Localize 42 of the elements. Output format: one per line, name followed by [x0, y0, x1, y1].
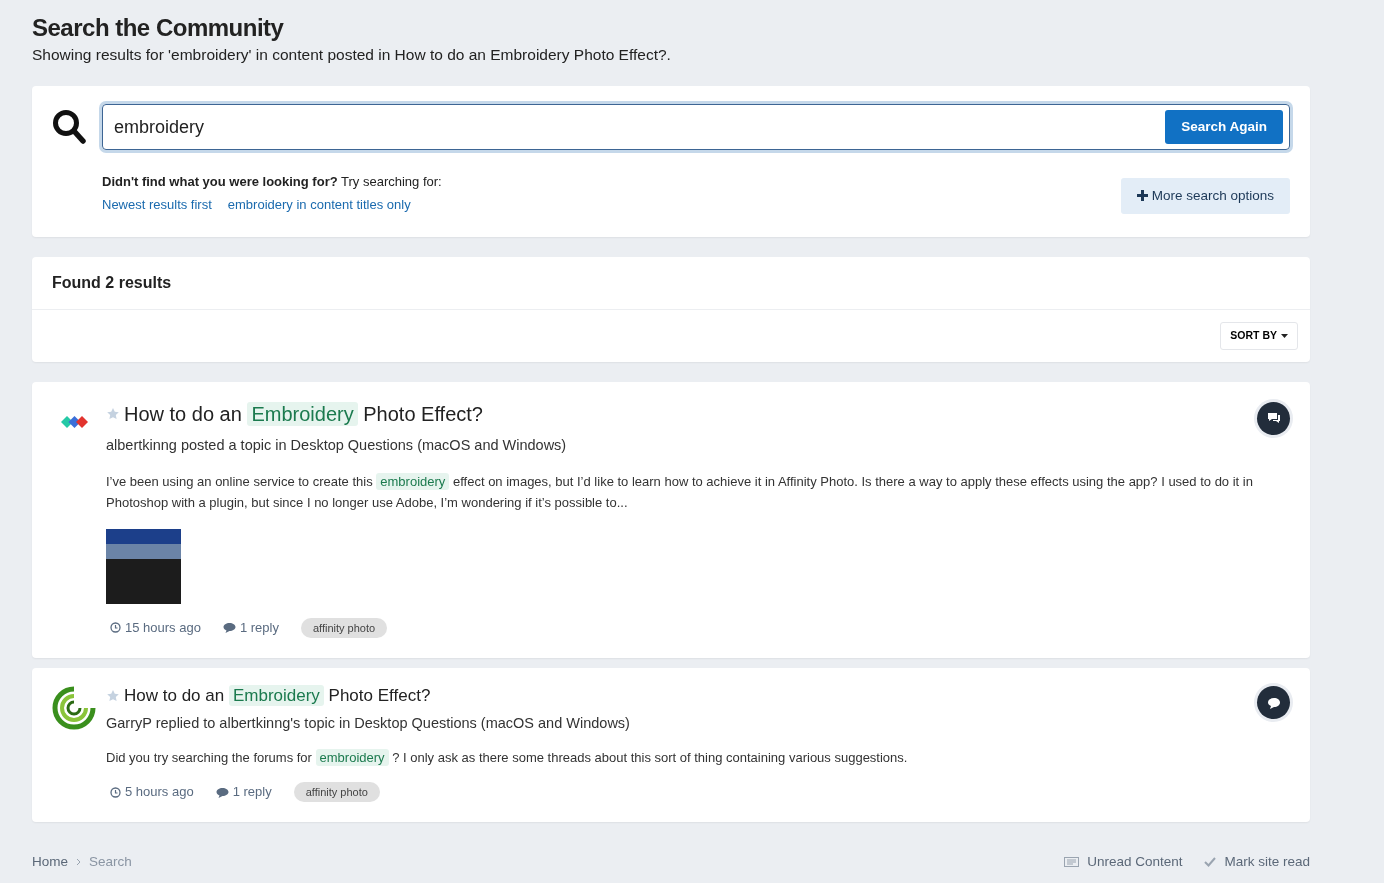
result-snippet: I’ve been using an online service to create this embroidery effect on images, but I’d like to learn how to achieve it in Affinity Photo. Is there a way to apply these effects using the app? I used to do it in Photoshop with a plugin, but since I no longer use Adobe, I’m wondering if it’s possible to... — [106, 471, 1254, 512]
suggestion-link[interactable]: Newest results first — [102, 194, 212, 215]
speech-bubble-icon — [1266, 411, 1281, 426]
sort-by-button[interactable]: SORT BY — [1220, 322, 1298, 350]
reply-count: 1 reply — [239, 619, 279, 638]
speech-bubble-icon — [1266, 695, 1281, 710]
chevron-icon — [76, 858, 81, 867]
caret-icon — [1281, 333, 1288, 338]
clock-icon — [110, 786, 121, 798]
avatar-icon — [52, 686, 96, 731]
search-field[interactable]: embroidery Search Again — [102, 104, 1290, 151]
results-count-title: Found 2 results — [32, 257, 1310, 311]
tag-pill[interactable]: affinity photo — [300, 617, 388, 639]
feed-icon — [1064, 856, 1080, 869]
star-icon — [106, 689, 120, 704]
page-title: Search the Community — [32, 14, 285, 43]
check-icon — [1204, 856, 1217, 869]
result-title-link[interactable]: How to do an Embroidery Photo Effect? — [124, 401, 483, 426]
breadcrumb-link[interactable]: Home — [32, 852, 68, 873]
reply-count: 1 reply — [232, 783, 272, 802]
post-time: 15 hours ago — [125, 619, 201, 638]
tag-pill[interactable]: affinity photo — [293, 781, 380, 803]
comment-icon — [222, 622, 236, 634]
footer-link[interactable]: Mark site read — [1204, 852, 1310, 873]
search-again-button[interactable]: Search Again — [1165, 109, 1283, 145]
star-icon — [106, 406, 120, 421]
footer-link[interactable]: Unread Content — [1064, 852, 1183, 873]
photo-placeholder[interactable] — [106, 528, 181, 604]
result-byline: GarryP replied to albertkinng's topic in Desktop Questions (macOS and Windows) — [106, 714, 631, 734]
clock-icon — [110, 622, 121, 634]
comment-icon — [215, 786, 229, 798]
result-title-link[interactable]: How to do an Embroidery Photo Effect? — [124, 686, 431, 707]
plus-icon — [1136, 190, 1148, 202]
post-time: 5 hours ago — [125, 783, 194, 802]
avatar-icon — [60, 415, 88, 428]
page-subtitle: Showing results for 'embroidery' in content posted in How to do an Embroidery Photo Effect?. — [32, 44, 672, 65]
result-snippet: Did you try searching the forums for embroidery ? I only ask as there some threads about this sort of thing containing various suggestions. — [106, 747, 909, 768]
suggestion-link[interactable]: embroidery in content titles only — [227, 194, 411, 215]
search-icon — [52, 109, 86, 146]
more-search-options-button[interactable]: More search options — [1120, 177, 1290, 215]
search-hint: Didn't find what you were looking for? Try searching for: — [102, 173, 442, 192]
result-byline: albertkinng posted a topic in Desktop Questions (macOS and Windows) — [106, 435, 568, 455]
